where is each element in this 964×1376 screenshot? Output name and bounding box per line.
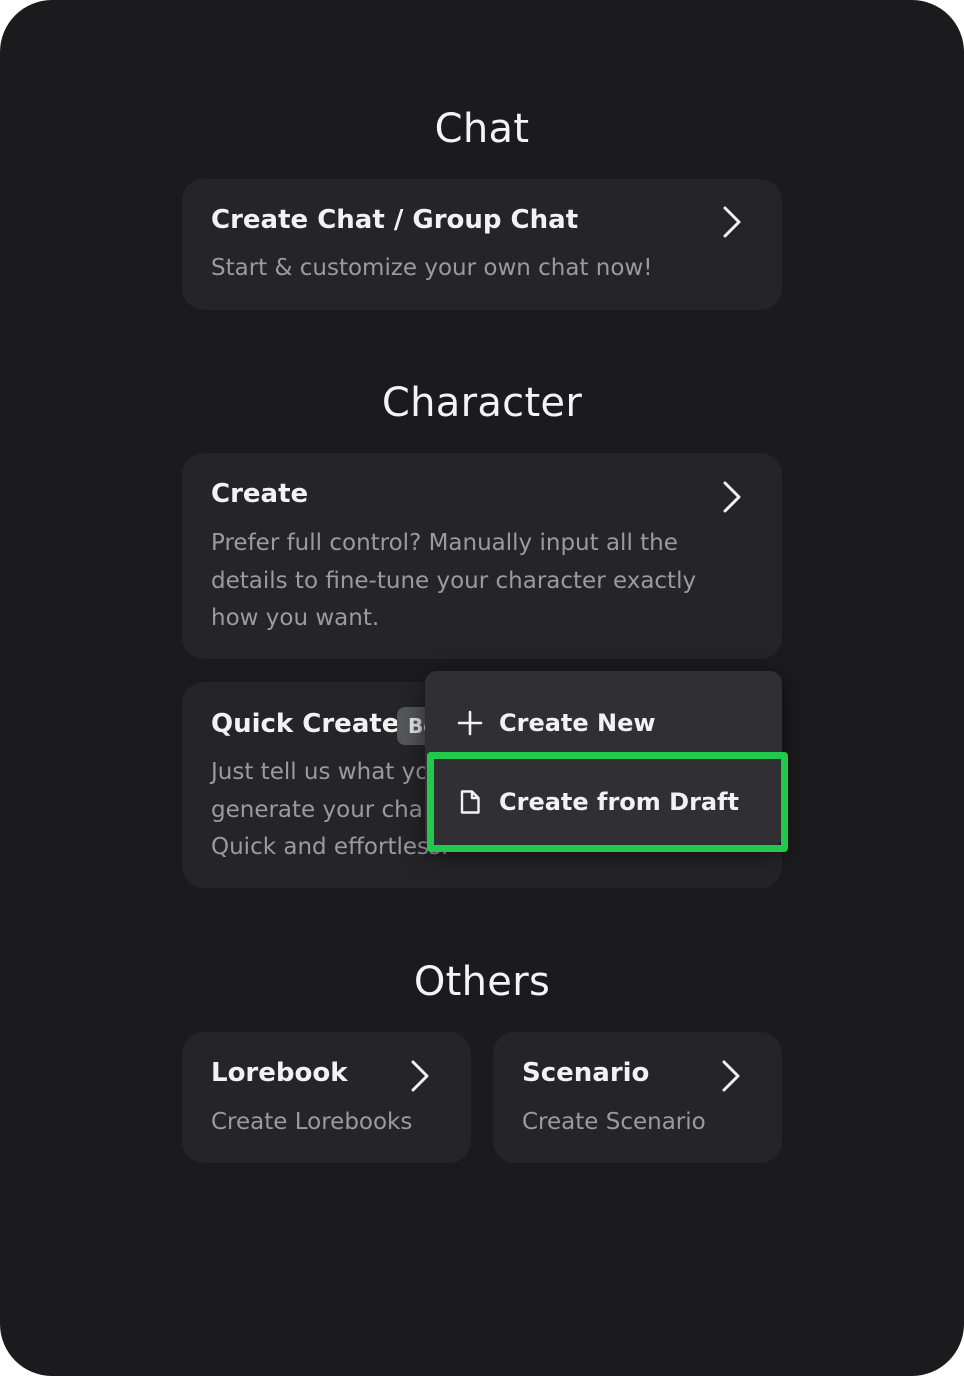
description-line: Prefer full control? Manually input all …: [211, 530, 678, 556]
app-frame: Chat Create Chat / Group Chat Start & cu…: [0, 0, 964, 1376]
scenario-card[interactable]: Scenario Create Scenario: [493, 1032, 782, 1163]
create-character-title: Create: [211, 479, 309, 509]
menu-item-label: Create New: [499, 709, 656, 737]
create-chat-card[interactable]: Create Chat / Group Chat Start & customi…: [182, 179, 782, 310]
lorebook-description: Create Lorebooks: [211, 1109, 413, 1135]
quick-create-title: Quick Create: [211, 709, 400, 739]
description-line: how you want.: [211, 605, 380, 631]
description-line: details to fine-tune your character exac…: [211, 567, 697, 594]
section-title-character: Character: [381, 380, 583, 426]
create-chat-title: Create Chat / Group Chat: [211, 205, 579, 235]
create-character-description: Prefer full control? Manually input all …: [211, 525, 696, 638]
create-character-card[interactable]: Create Prefer full control? Manually inp…: [182, 453, 782, 659]
section-title-chat: Chat: [434, 106, 530, 152]
create-chat-description: Start & customize your own chat now!: [211, 255, 653, 281]
chevron-right-icon: [719, 480, 745, 514]
section-title-others: Others: [413, 959, 551, 1005]
highlight-box: [427, 752, 788, 852]
menu-item-create-new[interactable]: Create New: [425, 688, 782, 758]
plus-icon: [456, 709, 484, 737]
lorebook-title: Lorebook: [211, 1058, 348, 1088]
scenario-title: Scenario: [522, 1058, 650, 1088]
chevron-right-icon: [407, 1059, 433, 1093]
scenario-description: Create Scenario: [522, 1109, 706, 1135]
chevron-right-icon: [718, 1059, 744, 1093]
lorebook-card[interactable]: Lorebook Create Lorebooks: [182, 1032, 471, 1163]
chevron-right-icon: [719, 205, 745, 239]
